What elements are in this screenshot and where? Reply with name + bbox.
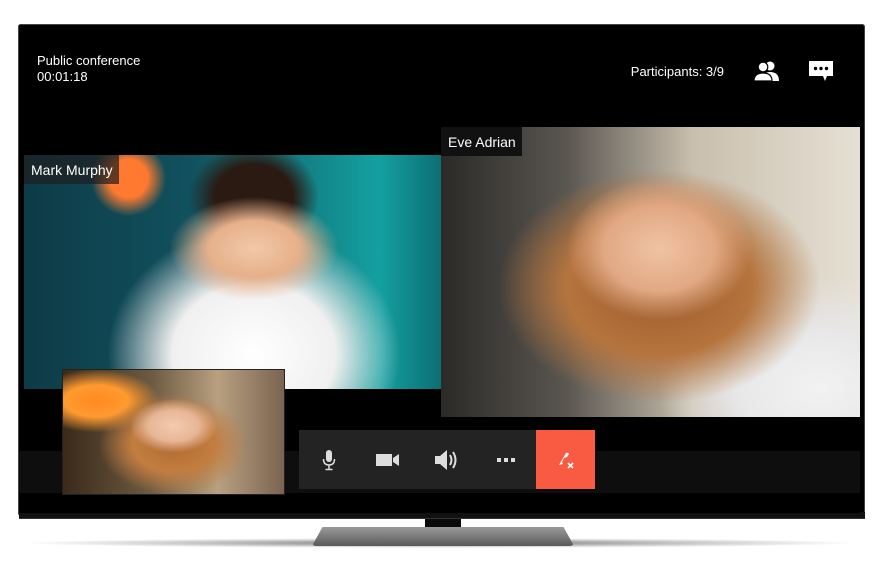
mute-button[interactable] [299,430,358,489]
call-timer: 00:01:18 [37,69,88,84]
end-call-icon [558,452,574,469]
conference-title: Public conference [37,53,141,68]
chat-button[interactable] [806,59,836,83]
call-controls [299,430,595,489]
people-icon [753,61,779,81]
participant-name: Eve Adrian [441,127,522,156]
video-tile-mark-murphy[interactable]: Mark Murphy [24,155,442,389]
camera-icon [375,453,399,466]
participants-button[interactable] [752,59,782,83]
conference-header: Public conference 00:01:18 [37,53,140,85]
video-tile-eve-adrian[interactable]: Eve Adrian [441,127,860,417]
speaker-button[interactable] [417,430,476,489]
microphone-icon [322,449,335,470]
end-call-button[interactable] [536,430,595,489]
header-actions: Participants: 3/9 [631,59,860,83]
tv-bezel [19,512,865,519]
tv-stand-base [312,527,574,546]
more-icon [496,457,515,462]
participant-name: Mark Murphy [24,155,119,184]
chat-icon [809,61,833,81]
self-view-video[interactable] [63,370,284,494]
more-options-button[interactable] [476,430,535,489]
camera-button[interactable] [358,430,417,489]
participants-count: Participants: 3/9 [630,63,724,79]
conference-screen: Public conference 00:01:18 Participants:… [19,25,860,513]
speaker-icon [434,449,456,470]
